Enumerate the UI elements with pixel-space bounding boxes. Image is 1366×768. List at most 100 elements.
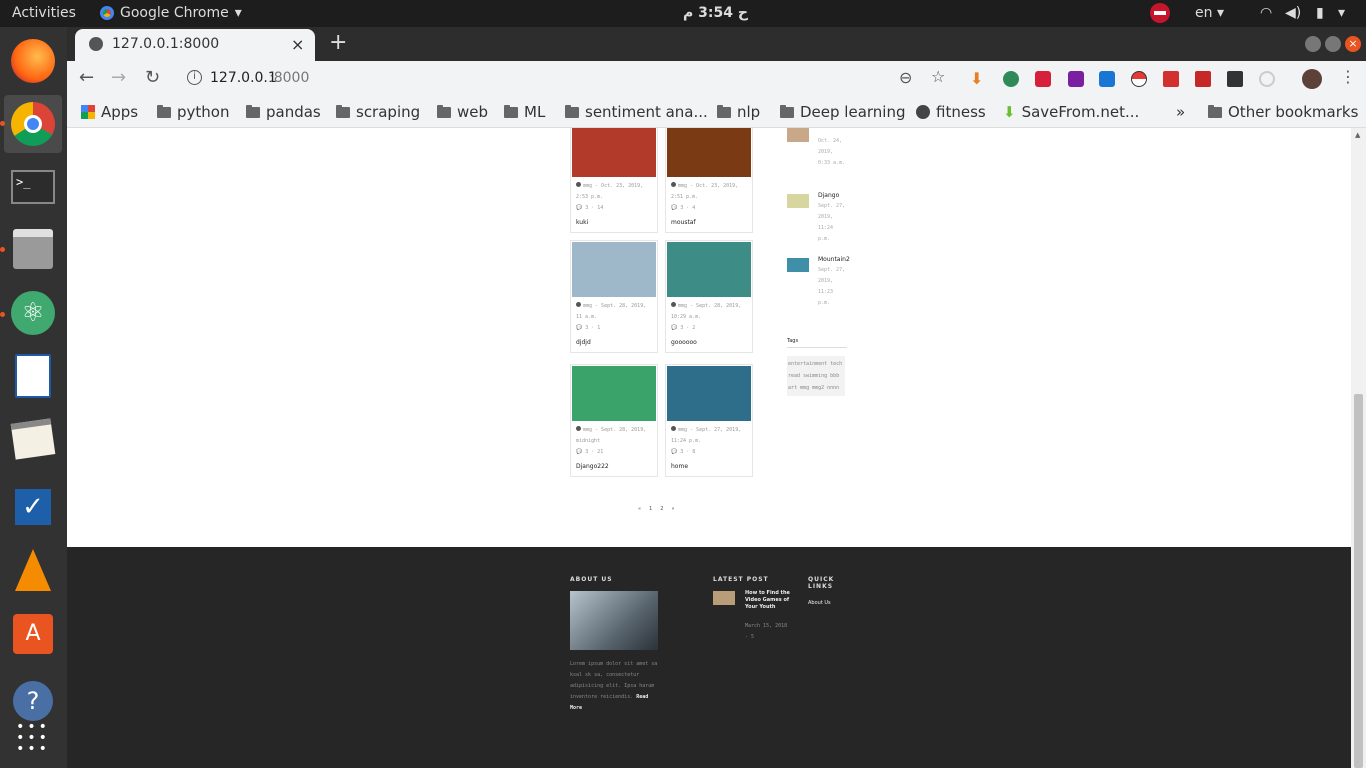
post-meta: mmg - Sept. 28, 2019, 11 a.m. 💬 3 · 1 <box>571 298 657 337</box>
cube-extension-icon[interactable] <box>1227 71 1243 87</box>
tag-link[interactable]: entertainment <box>788 361 827 367</box>
globe-extension-icon[interactable] <box>1003 71 1019 87</box>
quick-link-about[interactable]: About Us <box>808 600 831 606</box>
post-title[interactable]: kuki <box>571 217 657 232</box>
minimize-button[interactable] <box>1305 36 1321 52</box>
chrome-icon[interactable] <box>4 95 62 153</box>
pagination-page[interactable]: 1 <box>649 506 652 512</box>
post-title[interactable]: goooooo <box>666 337 752 352</box>
bookmark-folder[interactable]: ML <box>504 103 545 121</box>
scroll-up-icon[interactable]: ▲ <box>1355 131 1360 139</box>
battery-icon[interactable]: ▮ <box>1316 5 1324 21</box>
text-editor-icon[interactable] <box>4 410 62 468</box>
bookmark-savefrom[interactable]: ⬇ SaveFrom.net... <box>1003 103 1139 121</box>
scrollbar-thumb[interactable] <box>1354 394 1363 768</box>
vlc-icon[interactable] <box>4 541 62 599</box>
tag-link[interactable]: mmg2 <box>812 385 824 391</box>
download-icon[interactable]: ⬇ <box>970 69 983 88</box>
activities-button[interactable]: Activities <box>12 5 76 21</box>
post-card[interactable]: mmg - Sept. 27, 2019, 11:24 p.m. 💬 3 · 8 h… <box>665 364 753 477</box>
tag-link[interactable]: read <box>788 373 800 379</box>
software-center-icon[interactable]: A <box>4 605 62 663</box>
post-image[interactable] <box>667 128 751 177</box>
post-card[interactable]: mmg - Sept. 28, 2019, midnight 💬 3 · 21 Dj… <box>570 364 658 477</box>
pdf-extension-icon[interactable] <box>1163 71 1179 87</box>
wifi-icon[interactable]: ◠ <box>1260 5 1272 21</box>
tasks-icon[interactable]: ✓ <box>4 478 62 536</box>
post-image[interactable] <box>572 366 656 421</box>
post-card[interactable]: mmg - Oct. 23, 2019, 2:51 p.m. 💬 3 · 4 mou… <box>665 128 753 233</box>
post-title[interactable]: djdjd <box>571 337 657 352</box>
avatar[interactable] <box>1302 69 1322 89</box>
post-image[interactable] <box>667 366 751 421</box>
menu-icon[interactable]: ⋮ <box>1340 67 1356 86</box>
tag-link[interactable]: nnnn <box>827 385 839 391</box>
bookmark-folder[interactable]: pandas <box>246 103 321 121</box>
firefox-icon[interactable] <box>4 32 62 90</box>
back-icon[interactable]: ← <box>79 67 94 88</box>
bookmark-fitness[interactable]: fitness <box>916 103 986 121</box>
bookmark-folder[interactable]: python <box>157 103 229 121</box>
new-tab-button[interactable]: + <box>329 30 347 55</box>
folder-icon <box>565 104 579 118</box>
bookmark-folder[interactable]: nlp <box>717 103 760 121</box>
terminal-icon[interactable]: >_ <box>4 158 62 216</box>
tag-link[interactable]: bbb <box>830 373 839 379</box>
eyedropper-extension-icon[interactable] <box>1068 71 1084 87</box>
pagination-prev[interactable]: « <box>638 506 641 512</box>
media-extension-icon[interactable] <box>1035 71 1051 87</box>
maximize-button[interactable] <box>1325 36 1341 52</box>
bookmark-folder[interactable]: web <box>437 103 488 121</box>
pokeball-extension-icon[interactable] <box>1131 71 1147 87</box>
close-window-button[interactable]: × <box>1345 36 1361 52</box>
address-bar[interactable]: i 127.0.0.1 :8000 ⊖ ☆ <box>175 64 945 94</box>
pagination-page[interactable]: 2 <box>660 506 663 512</box>
browser-tab[interactable]: 127.0.0.1:8000 × <box>75 29 315 61</box>
libreoffice-draw-icon[interactable] <box>4 347 62 405</box>
app-grid-icon[interactable]: ••• ••• ••• <box>4 709 62 767</box>
tag-link[interactable]: mmg <box>800 385 809 391</box>
post-card[interactable]: mmg - Oct. 23, 2019, 2:53 p.m. 💬 3 · 14 ku… <box>570 128 658 233</box>
chevron-down-icon[interactable]: ▾ <box>1338 5 1345 21</box>
tag-link[interactable]: tech <box>830 361 842 367</box>
bookmark-folder[interactable]: sentiment ana... <box>565 103 708 121</box>
clock[interactable]: ح 3:54 م <box>683 5 748 21</box>
files-icon[interactable] <box>4 220 62 278</box>
post-title[interactable]: Django222 <box>571 461 657 476</box>
running-indicator <box>0 312 5 317</box>
atom-icon[interactable]: ⚛ <box>4 284 62 342</box>
latest-post-title[interactable]: How to Find the Video Games of Your Yout… <box>745 590 791 611</box>
post-author-date: mmg - Oct. 23, 2019, 2:53 p.m. <box>576 182 644 200</box>
bookmark-apps[interactable]: Apps <box>81 103 138 121</box>
post-stats: 💬 3 · 21 <box>576 449 604 455</box>
forward-icon[interactable]: → <box>111 67 126 88</box>
post-card[interactable]: mmg - Sept. 28, 2019, 10:29 a.m. 💬 3 · 2 g… <box>665 240 753 353</box>
language-indicator[interactable]: en ▾ <box>1195 5 1224 21</box>
reload-icon[interactable]: ↻ <box>145 67 160 88</box>
bookmark-folder[interactable]: scraping <box>336 103 420 121</box>
about-heading: ABOUT US <box>570 576 613 583</box>
bookmarks-overflow[interactable]: » <box>1176 103 1185 121</box>
volume-icon[interactable]: ◀) <box>1285 5 1301 21</box>
shield-extension-icon[interactable] <box>1099 71 1115 87</box>
translate-extension-icon[interactable] <box>1195 71 1211 87</box>
tag-link[interactable]: swimming <box>803 373 827 379</box>
post-image[interactable] <box>667 242 751 297</box>
post-image[interactable] <box>572 242 656 297</box>
close-icon[interactable]: × <box>291 35 304 54</box>
post-card[interactable]: mmg - Sept. 28, 2019, 11 a.m. 💬 3 · 1 djdj… <box>570 240 658 353</box>
react-extension-icon[interactable] <box>1259 71 1275 87</box>
page-scrollbar[interactable]: ▲ <box>1351 128 1366 768</box>
zoom-icon[interactable]: ⊖ <box>899 68 912 87</box>
bookmark-other[interactable]: Other bookmarks <box>1208 103 1358 121</box>
star-icon[interactable]: ☆ <box>931 67 945 86</box>
app-menu[interactable]: Google Chrome ▾ <box>100 5 242 21</box>
pagination-next[interactable]: » <box>671 506 674 512</box>
bookmark-folder[interactable]: Deep learning <box>780 103 906 121</box>
post-image[interactable] <box>572 128 656 177</box>
no-entry-icon[interactable] <box>1150 3 1170 23</box>
tag-link[interactable]: art <box>788 385 797 391</box>
post-title[interactable]: moustaf <box>666 217 752 232</box>
post-title[interactable]: home <box>666 461 752 476</box>
info-icon[interactable]: i <box>187 70 202 85</box>
